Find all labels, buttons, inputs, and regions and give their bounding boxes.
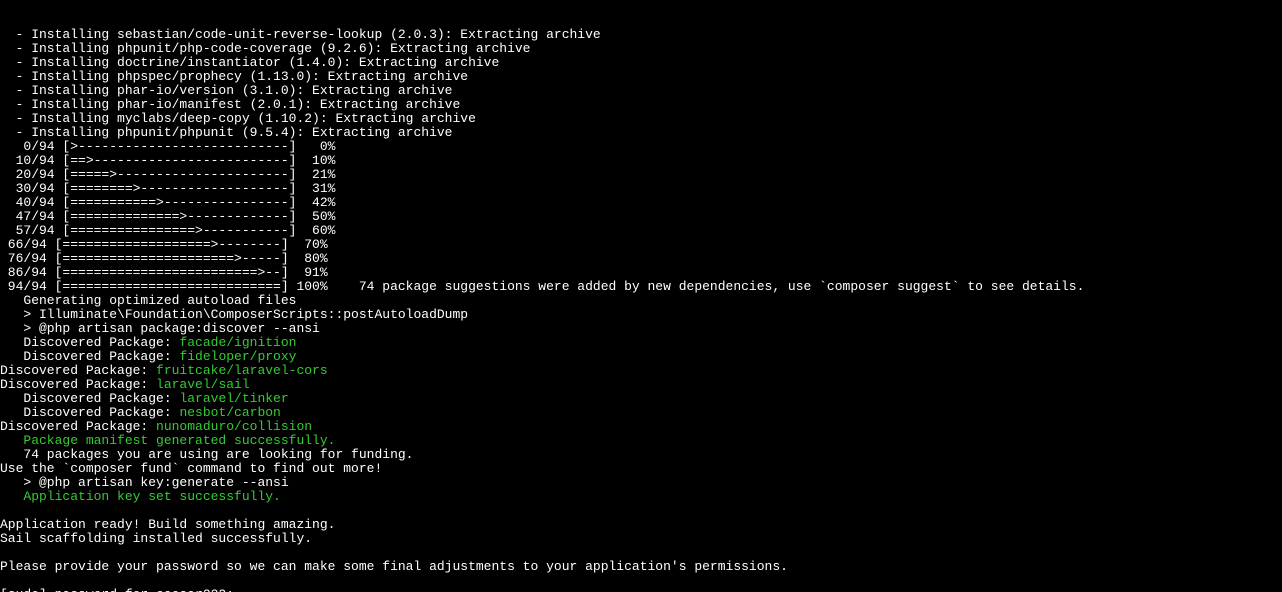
- progress-line: 66/94 [===================>--------] 70%: [0, 237, 328, 252]
- progress-line: 94/94 [============================] 100…: [0, 279, 1084, 294]
- package-name: facade/ignition: [179, 335, 296, 350]
- progress-line: 20/94 [=====>----------------------] 21%: [0, 167, 335, 182]
- progress-line: 0/94 [>---------------------------] 0%: [0, 139, 335, 154]
- keymsg-line: Application key set successfully.: [0, 489, 281, 504]
- sudo-prompt[interactable]: [sudo] password for caesar222:: [0, 587, 234, 592]
- progress-line: 86/94 [=========================>--] 91%: [0, 265, 328, 280]
- password-prompt-line: Please provide your password so we can m…: [0, 559, 788, 574]
- package-name: laravel/tinker: [179, 391, 288, 406]
- install-line: - Installing phpunit/phpunit (9.5.4): Ex…: [0, 125, 452, 140]
- discovered-line: Discovered Package: laravel/tinker: [0, 391, 289, 406]
- keygen-line: > @php artisan key:generate --ansi: [0, 475, 289, 490]
- discovered-line: Discovered Package: facade/ignition: [0, 335, 296, 350]
- install-line: - Installing myclabs/deep-copy (1.10.2):…: [0, 111, 476, 126]
- install-line: - Installing phpspec/prophecy (1.13.0): …: [0, 69, 468, 84]
- terminal-output: { "installing": [ " - Installing sebasti…: [0, 28, 1282, 592]
- progress-line: 57/94 [================>-----------] 60%: [0, 223, 335, 238]
- discovered-line: Discovered Package: nunomaduro/collision: [0, 419, 312, 434]
- funding-line: Use the `composer fund` command to find …: [0, 461, 382, 476]
- discovered-line: Discovered Package: laravel/sail: [0, 377, 250, 392]
- progress-line: 30/94 [========>-------------------] 31%: [0, 181, 335, 196]
- manifest-line: Package manifest generated successfully.: [0, 433, 335, 448]
- install-line: - Installing phar-io/version (3.1.0): Ex…: [0, 83, 452, 98]
- install-line: - Installing doctrine/instantiator (1.4.…: [0, 55, 499, 70]
- package-name: nesbot/carbon: [179, 405, 280, 420]
- script-line: > Illuminate\Foundation\ComposerScripts:…: [0, 307, 468, 322]
- artisan-line: > @php artisan package:discover --ansi: [0, 321, 320, 336]
- discovered-line: Discovered Package: fruitcake/laravel-co…: [0, 363, 328, 378]
- discovered-line: Discovered Package: nesbot/carbon: [0, 405, 281, 420]
- install-line: - Installing phar-io/manifest (2.0.1): E…: [0, 97, 460, 112]
- sail-line: Sail scaffolding installed successfully.: [0, 531, 312, 546]
- package-name: fideloper/proxy: [179, 349, 296, 364]
- package-name: laravel/sail: [156, 377, 250, 392]
- install-line: - Installing phpunit/php-code-coverage (…: [0, 41, 531, 56]
- app-ready-line: Application ready! Build something amazi…: [0, 517, 335, 532]
- progress-line: 40/94 [===========>----------------] 42%: [0, 195, 335, 210]
- package-name: fruitcake/laravel-cors: [156, 363, 328, 378]
- funding-line: 74 packages you are using are looking fo…: [0, 447, 413, 462]
- install-line: - Installing sebastian/code-unit-reverse…: [0, 27, 601, 42]
- progress-line: 10/94 [==>-------------------------] 10%: [0, 153, 335, 168]
- autoload-line: Generating optimized autoload files: [0, 293, 296, 308]
- discovered-line: Discovered Package: fideloper/proxy: [0, 349, 296, 364]
- progress-line: 76/94 [======================>-----] 80%: [0, 251, 328, 266]
- package-name: nunomaduro/collision: [156, 419, 312, 434]
- progress-line: 47/94 [==============>-------------] 50%: [0, 209, 335, 224]
